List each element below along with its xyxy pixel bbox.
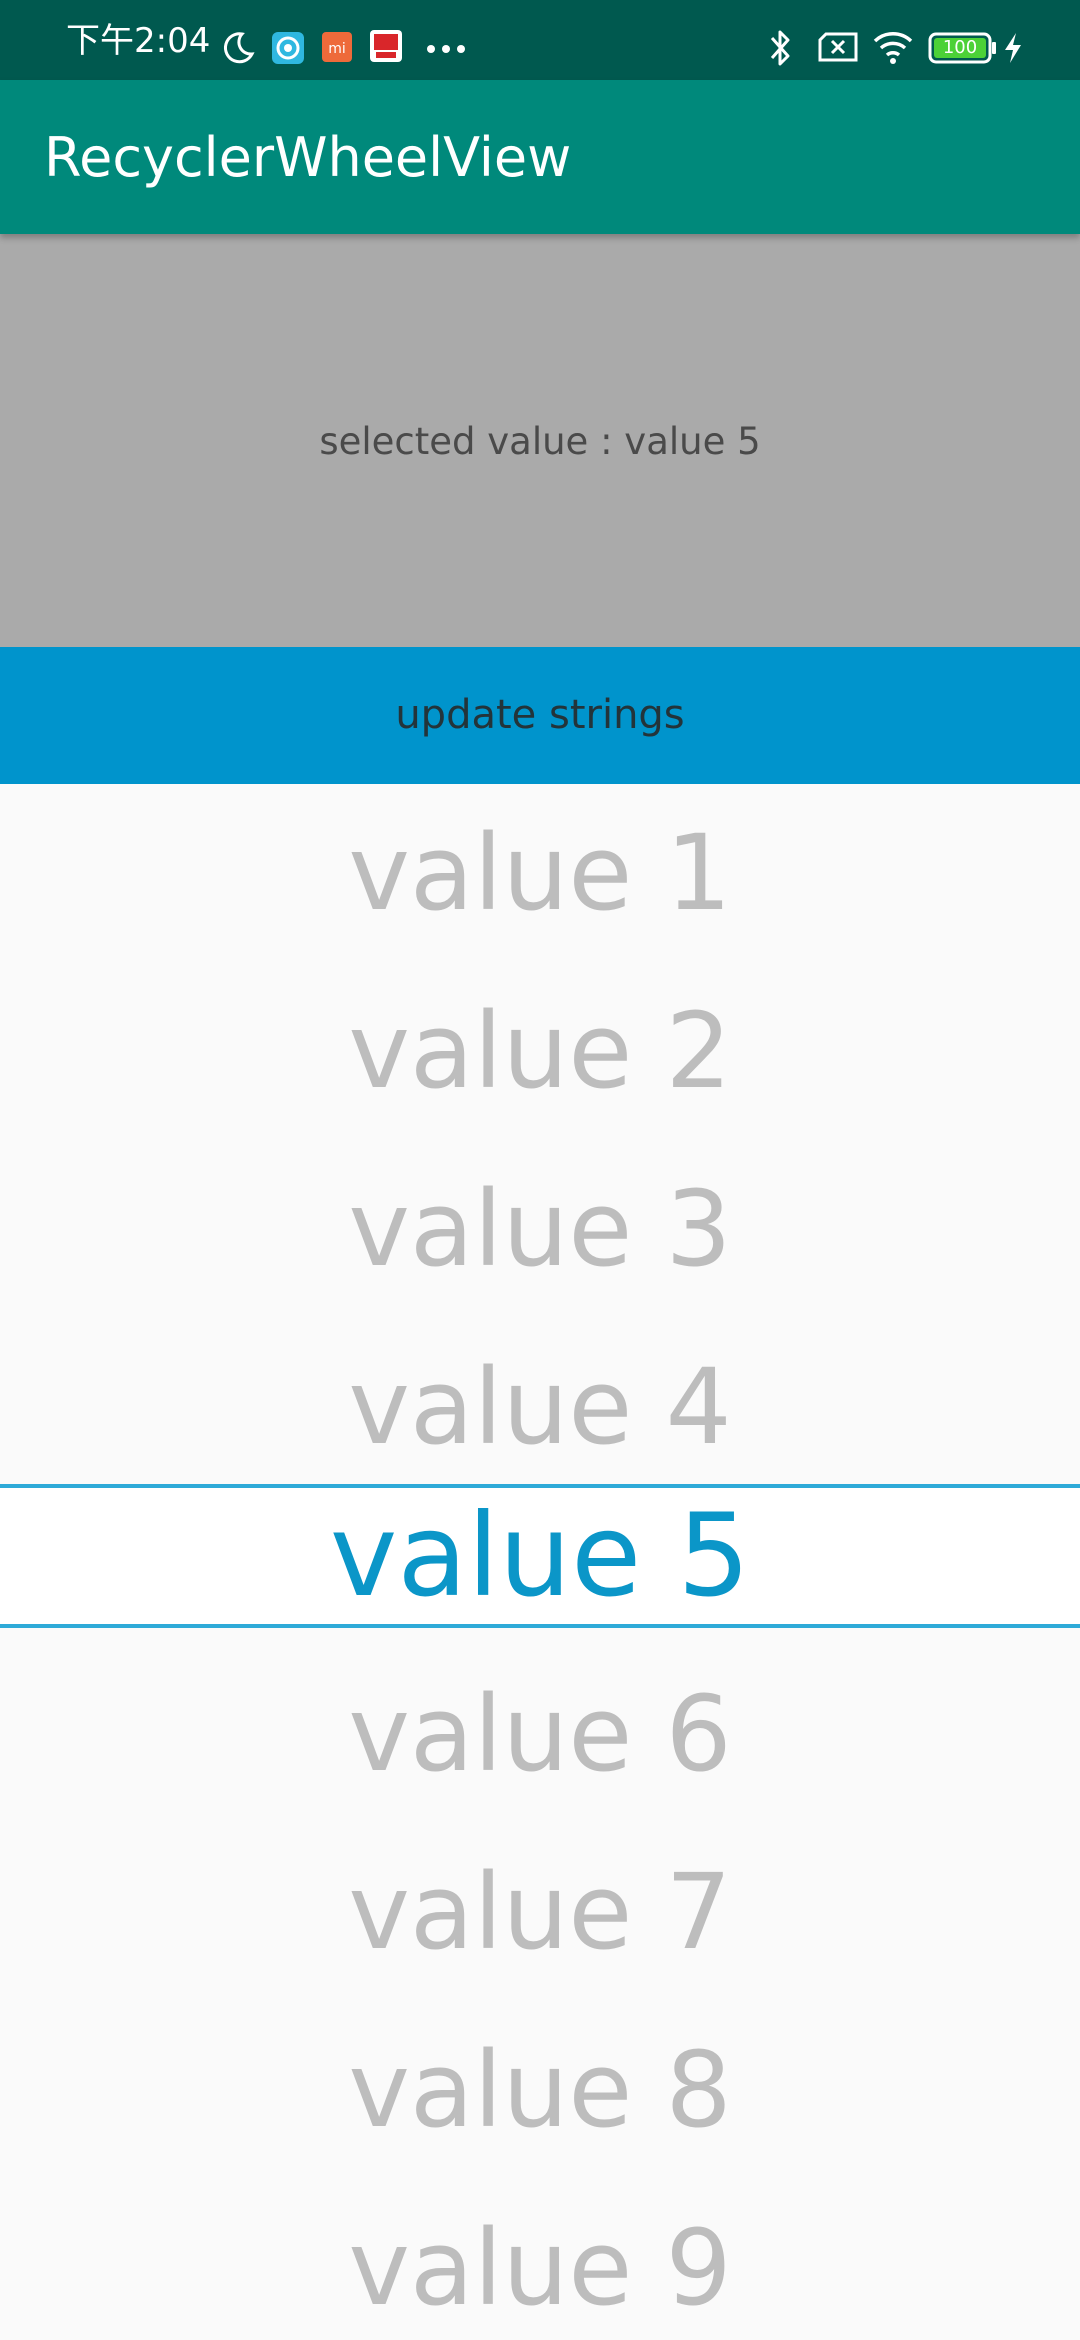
wheel-item[interactable]: value 9 <box>0 2179 1080 2340</box>
wheel-item[interactable]: value 8 <box>0 2001 1080 2179</box>
mi-icon: mi <box>322 32 352 62</box>
selected-value-label: selected value : value 5 <box>319 420 761 463</box>
app-bar: RecyclerWheelView <box>0 80 1080 234</box>
more-dots-icon <box>427 45 465 53</box>
svg-text:mi: mi <box>328 41 346 57</box>
wheel-item[interactable]: value 3 <box>0 1140 1080 1318</box>
selected-value-panel: selected value : value 5 <box>0 234 1080 647</box>
moon-icon <box>223 32 255 64</box>
app-notification-icon <box>370 30 402 62</box>
update-strings-button[interactable]: update strings <box>0 647 1080 784</box>
wheel-picker[interactable]: value 1 value 2 value 3 value 4 value 5 … <box>0 784 1080 2340</box>
wifi-icon <box>873 32 913 64</box>
app-notification-icon <box>272 32 304 64</box>
battery-level: 100 <box>942 37 978 58</box>
wheel-item[interactable]: value 7 <box>0 1823 1080 2001</box>
wheel-item[interactable]: value 2 <box>0 962 1080 1140</box>
update-strings-label: update strings <box>395 692 685 738</box>
wheel-item-selected[interactable]: value 5 <box>0 1467 1080 1645</box>
status-bar: 下午2:04 mi 100 <box>0 0 1080 80</box>
charging-icon <box>1005 33 1021 63</box>
status-time: 下午2:04 <box>66 21 211 61</box>
wheel-item[interactable]: value 6 <box>0 1645 1080 1823</box>
app-title: RecyclerWheelView <box>44 126 572 189</box>
sim-off-icon <box>818 32 858 62</box>
bluetooth-icon <box>770 30 790 66</box>
wheel-item[interactable]: value 1 <box>0 784 1080 962</box>
